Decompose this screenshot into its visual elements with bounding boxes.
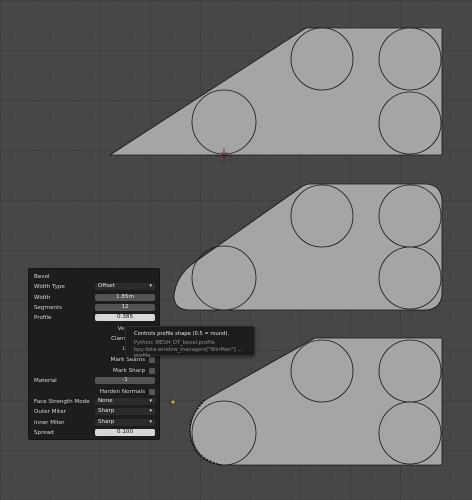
inner-miter-label: Inner Miter [34,420,65,426]
width-type-dropdown[interactable]: Offset ▾ [95,283,155,290]
mark-sharp-label: Mark Sharp [113,368,145,374]
chevron-down-icon: ▾ [149,419,152,425]
width-row: Width 1.85m [29,294,159,304]
harden-normals-row: Harden Normals [29,388,159,398]
outer-miter-row: Outer Miter Sharp ▾ [29,408,159,418]
chevron-down-icon: ▾ [149,398,152,404]
spread-field[interactable]: 0.100 [95,429,155,436]
width-type-label: Width Type [34,284,65,290]
outer-miter-dropdown[interactable]: Sharp ▾ [95,408,155,415]
profile-value: 0.385 [116,314,133,320]
inner-miter-row: Inner Miter Sharp ▾ [29,419,159,429]
profile-tooltip: Controls profile shape (0.5 = round). Py… [125,326,255,359]
outer-miter-value: Sharp [98,408,115,414]
segments-row: Segments 12 [29,304,159,314]
decrement-arrow-icon[interactable]: ‹ [97,314,99,321]
panel-title: Bevel [34,274,50,280]
segments-label: Segments [34,305,63,311]
segments-field[interactable]: 12 [95,304,155,311]
material-label: Material [34,378,57,384]
tooltip-path: bpy.data.window_managers["WinMan"] ... p… [134,347,243,359]
panel-header[interactable]: Bevel [29,273,159,283]
chevron-down-icon: ▾ [149,283,152,289]
width-type-value: Offset [98,283,115,289]
width-label: Width [34,295,51,301]
mesh-shape-rounded [173,183,443,311]
mesh-shape-sharp [108,27,443,156]
material-row: Material -1 [29,377,159,387]
harden-normals-label: Harden Normals [99,389,145,395]
mark-sharp-row: Mark Sharp [29,367,159,377]
tooltip-python: Python: MESH_OT_bevel.profile [134,340,215,346]
outer-miter-label: Outer Miter [34,409,66,415]
tooltip-description: Controls profile shape (0.5 = round). [134,331,230,337]
face-strength-dropdown[interactable]: None ▾ [95,398,155,405]
profile-label: Profile [34,315,52,321]
vertex-dot [171,400,175,404]
inner-miter-value: Sharp [98,419,115,425]
harden-normals-checkbox[interactable] [149,389,155,395]
face-strength-value: None [98,398,113,404]
material-field[interactable]: -1 [95,377,155,384]
width-type-row: Width Type Offset ▾ [29,283,159,293]
spread-row: Spread 0.100 [29,429,159,439]
profile-field[interactable]: ‹ 0.385 [95,314,155,321]
inner-miter-dropdown[interactable]: Sharp ▾ [95,419,155,426]
face-strength-row: Face Strength Mode None ▾ [29,398,159,408]
chevron-down-icon: ▾ [149,408,152,414]
width-field[interactable]: 1.85m [95,294,155,301]
spread-label: Spread [34,430,54,436]
face-strength-label: Face Strength Mode [34,399,90,405]
profile-row: Profile ‹ 0.385 [29,314,159,324]
mark-sharp-checkbox[interactable] [149,368,155,374]
